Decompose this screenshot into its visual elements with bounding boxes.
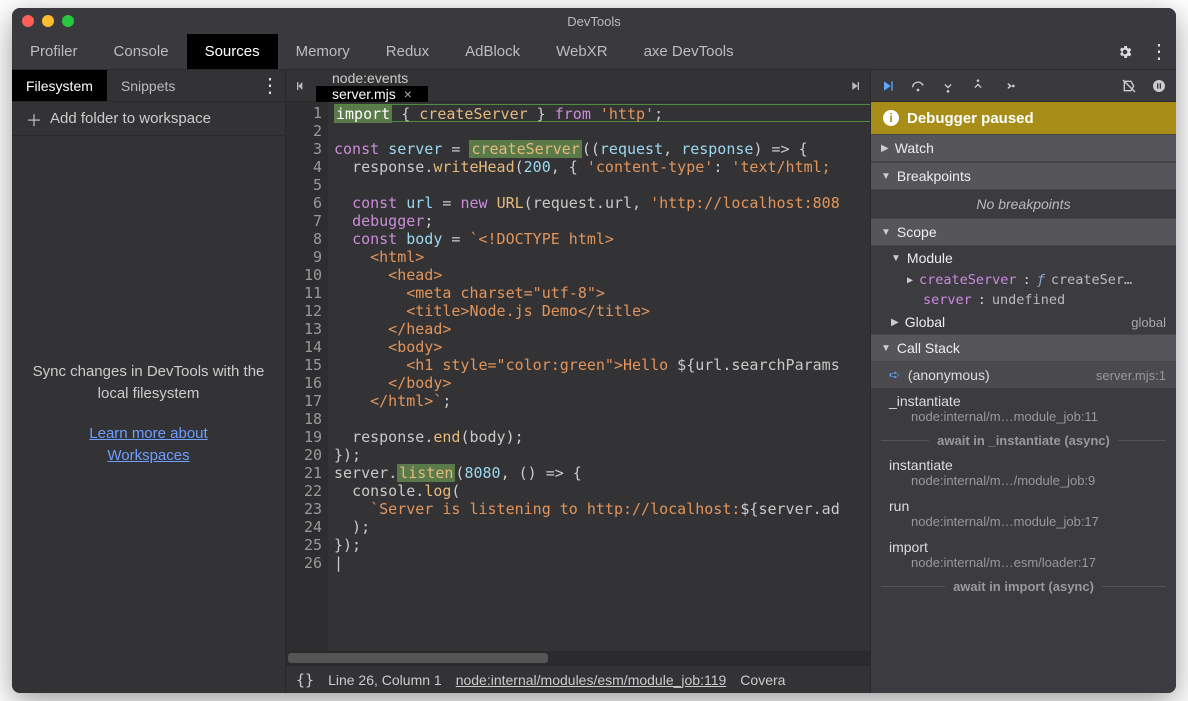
step-button[interactable] [999, 77, 1017, 95]
callstack-section[interactable]: ▼Call Stack [871, 334, 1176, 362]
titlebar: DevTools [12, 8, 1176, 34]
horizontal-scrollbar[interactable] [286, 651, 870, 665]
paused-label: Debugger paused [907, 110, 1034, 127]
stack-frame[interactable]: _instantiatenode:internal/m…module_job:1… [871, 388, 1176, 429]
left-tab-snippets[interactable]: Snippets [107, 70, 189, 101]
tab-console[interactable]: Console [96, 34, 187, 69]
add-folder-button[interactable]: ＋ Add folder to workspace [12, 102, 285, 136]
scope-section[interactable]: ▼Scope [871, 218, 1176, 246]
async-divider: await in _instantiate (async) [871, 429, 1176, 452]
scope-var-createServer[interactable]: ▶createServer: ƒ createSer… [871, 270, 1176, 290]
workspaces-link[interactable]: Workspaces [107, 447, 189, 464]
line-gutter: 1234567891011121314151617181920212223242… [286, 102, 328, 665]
tab-sources[interactable]: Sources [187, 34, 278, 69]
cursor-position: Line 26, Column 1 [328, 672, 442, 688]
window-title: DevTools [567, 14, 620, 29]
workspace-help: Sync changes in DevTools with the local … [12, 136, 285, 693]
main-tabs: ProfilerConsoleSourcesMemoryReduxAdBlock… [12, 34, 1176, 70]
breakpoints-section[interactable]: ▼Breakpoints [871, 162, 1176, 190]
tab-profiler[interactable]: Profiler [12, 34, 96, 69]
scope-var-server[interactable]: server: undefined [871, 290, 1176, 310]
tab-axe-devtools[interactable]: axe DevTools [626, 34, 752, 69]
watch-section[interactable]: ▶Watch [871, 134, 1176, 162]
tab-adblock[interactable]: AdBlock [447, 34, 538, 69]
step-into-button[interactable] [939, 77, 957, 95]
close-window-icon[interactable] [22, 15, 34, 27]
step-over-button[interactable] [909, 77, 927, 95]
left-sidebar: FilesystemSnippets ⋮ ＋ Add folder to wor… [12, 70, 286, 693]
zoom-window-icon[interactable] [62, 15, 74, 27]
tab-redux[interactable]: Redux [368, 34, 447, 69]
resume-button[interactable] [879, 77, 897, 95]
pause-exceptions-button[interactable] [1150, 77, 1168, 95]
current-frame-icon: ➪ [889, 367, 900, 383]
more-menu-button[interactable]: ⋮ [1142, 34, 1176, 69]
minimize-window-icon[interactable] [42, 15, 54, 27]
no-breakpoints-label: No breakpoints [871, 190, 1176, 218]
learn-more-link[interactable]: Learn more about [89, 425, 207, 442]
pretty-print-button[interactable]: {} [296, 671, 314, 689]
traffic-lights [22, 15, 74, 27]
plus-icon: ＋ [26, 107, 42, 131]
debugger-paused-banner: i Debugger paused [871, 102, 1176, 134]
info-icon: i [883, 110, 899, 126]
scope-module[interactable]: ▼Module [871, 246, 1176, 270]
stack-frame[interactable]: ➪(anonymous)server.mjs:1 [871, 362, 1176, 388]
editor-area: node:eventsserver.mjs× 12345678910111213… [286, 70, 870, 693]
close-icon[interactable]: × [404, 86, 412, 102]
tab-memory[interactable]: Memory [278, 34, 368, 69]
file-tabs: node:eventsserver.mjs× [286, 70, 870, 102]
code-editor[interactable]: 1234567891011121314151617181920212223242… [286, 102, 870, 665]
stack-frame[interactable]: importnode:internal/m…esm/loader:17 [871, 534, 1176, 575]
left-tabs: FilesystemSnippets ⋮ [12, 70, 285, 102]
debug-toolbar [871, 70, 1176, 102]
step-out-button[interactable] [969, 77, 987, 95]
left-tab-filesystem[interactable]: Filesystem [12, 70, 107, 101]
add-folder-label: Add folder to workspace [50, 110, 211, 127]
deactivate-breakpoints-button[interactable] [1120, 77, 1138, 95]
tab-webxr[interactable]: WebXR [538, 34, 625, 69]
status-extra: Covera [740, 672, 785, 688]
left-more-button[interactable]: ⋮ [255, 70, 285, 101]
debugger-panel: i Debugger paused ▶Watch ▼Breakpoints No… [870, 70, 1176, 693]
status-bar: {} Line 26, Column 1 node:internal/modul… [286, 665, 870, 693]
code-content[interactable]: import { createServer } from 'http';cons… [328, 102, 870, 665]
scope-global[interactable]: ▶Globalglobal [871, 310, 1176, 334]
run-to-button[interactable] [840, 70, 870, 101]
settings-button[interactable] [1108, 34, 1142, 69]
devtools-window: DevTools ProfilerConsoleSourcesMemoryRed… [12, 8, 1176, 693]
stack-frame[interactable]: instantiatenode:internal/m…/module_job:9 [871, 452, 1176, 493]
sync-text: Sync changes in DevTools with the local … [32, 361, 265, 405]
status-link[interactable]: node:internal/modules/esm/module_job:119 [456, 672, 727, 688]
stack-frame[interactable]: runnode:internal/m…module_job:17 [871, 493, 1176, 534]
nav-back-button[interactable] [286, 70, 316, 101]
async-divider: await in import (async) [871, 575, 1176, 598]
file-tab-node-events[interactable]: node:events [316, 70, 428, 86]
file-tab-server-mjs[interactable]: server.mjs× [316, 86, 428, 102]
